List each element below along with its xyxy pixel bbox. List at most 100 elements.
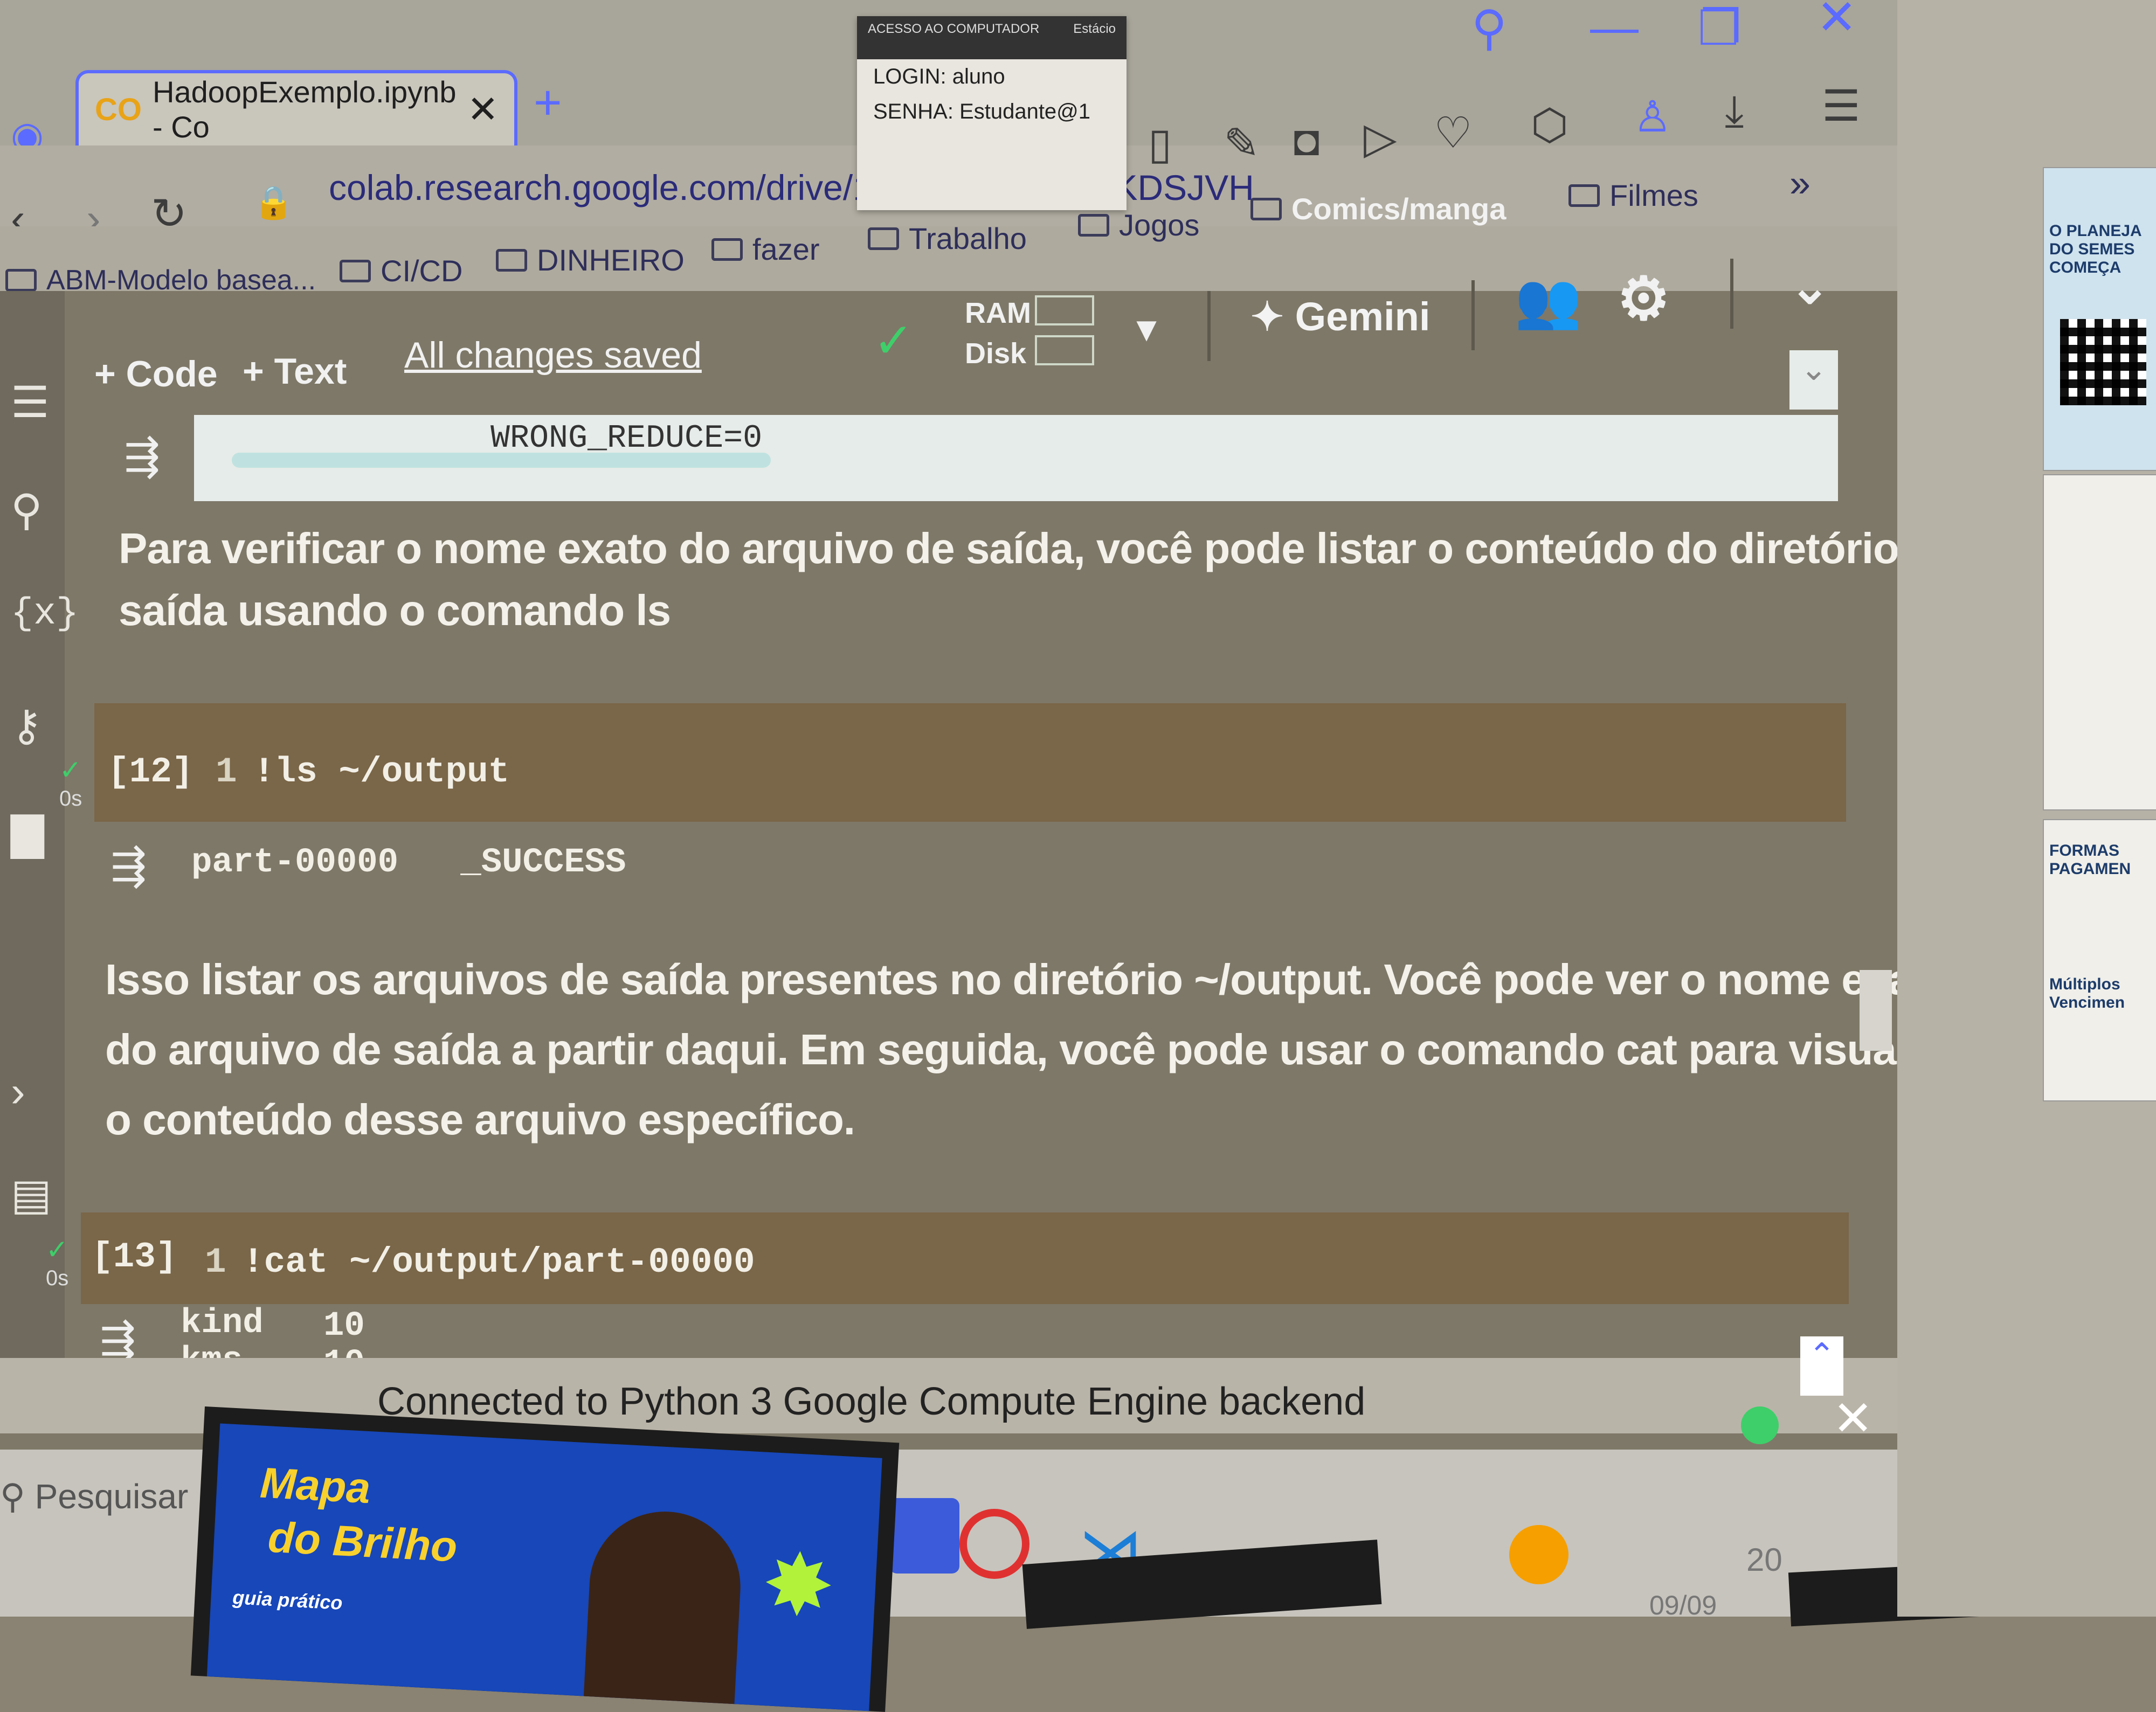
tab-title: HadoopExemplo.ipynb - Co	[153, 75, 457, 144]
poster: O PLANEJA DO SEMES COMEÇA	[2043, 167, 2156, 471]
heart-icon[interactable]: ♡	[1434, 108, 1473, 158]
person-image	[583, 1507, 744, 1710]
new-tab-button[interactable]: +	[534, 75, 562, 131]
laptop-title: do Brilho	[267, 1513, 459, 1571]
camera-icon[interactable]: ◘	[1294, 116, 1319, 165]
chevron-up-icon[interactable]: ⌃	[1800, 1336, 1843, 1396]
toc-icon[interactable]: ☰	[11, 377, 50, 427]
chevron-down-icon[interactable]: ▾	[1137, 307, 1156, 350]
login-note: ACESSO AO COMPUTADOR Estácio LOGIN: alun…	[857, 16, 1127, 210]
line-number: 1	[205, 1242, 226, 1283]
more-bookmarks-icon[interactable]: »	[1789, 162, 1811, 205]
cell-index: [13]	[92, 1237, 177, 1277]
star-icon: ✸	[759, 1535, 837, 1635]
tab-active[interactable]: CO HadoopExemplo.ipynb - Co ✕	[75, 70, 517, 145]
bookmark-item[interactable]: Trabalho	[868, 221, 1027, 256]
reader-icon[interactable]: ▯	[1148, 119, 1172, 169]
horizontal-scrollbar[interactable]	[232, 453, 771, 468]
poster: FORMAS PAGAMEN Múltiplos Vencimen	[2043, 819, 2156, 1101]
lock-icon: 🔒	[253, 184, 294, 220]
folder-icon	[340, 259, 371, 282]
note-login: LOGIN: aluno	[873, 65, 1005, 88]
close-icon[interactable]: ✕	[1833, 1390, 1873, 1447]
collapse-chevron-icon[interactable]: ⌄	[1789, 350, 1838, 410]
clock-date: 09/09	[1649, 1590, 1717, 1620]
edit-icon[interactable]: ✎	[1224, 119, 1260, 169]
colab-logo-icon: CO	[95, 92, 142, 127]
bookmark-item[interactable]: Jogos	[1078, 207, 1199, 242]
bookmark-item[interactable]: Filmes	[1568, 178, 1698, 213]
variables-icon[interactable]: {x}	[11, 593, 79, 635]
folder-icon	[1078, 213, 1109, 237]
gemini-button[interactable]: ✦ Gemini	[1250, 294, 1430, 340]
search-icon[interactable]: ⚲	[11, 485, 43, 535]
taskbar-search[interactable]: ⚲ Pesquisar	[0, 1477, 226, 1541]
taskbar-app-icon[interactable]	[1509, 1525, 1568, 1584]
disk-meter[interactable]	[1035, 335, 1094, 365]
note-header: ACESSO AO COMPUTADOR	[868, 22, 1040, 36]
cell-index: [12]	[108, 752, 194, 792]
exec-time: 0s	[59, 787, 82, 810]
code-line[interactable]: !cat ~/output/part-00000	[243, 1242, 755, 1283]
output-toggle-icon[interactable]: ⇶	[110, 841, 147, 891]
bookmark-item[interactable]: fazer	[711, 232, 820, 267]
folder-icon[interactable]: ▇	[11, 808, 44, 858]
clock-year: 20	[1746, 1542, 1782, 1578]
sparkle-icon: ✦	[1250, 294, 1295, 339]
vertical-scrollbar[interactable]	[1860, 970, 1892, 1051]
markdown-line: Para verificar o nome exato do arquivo d…	[119, 524, 1960, 572]
add-code-button[interactable]: + Code	[94, 353, 218, 395]
folder-icon	[711, 238, 743, 261]
search-icon[interactable]: ⚲	[1471, 0, 1507, 57]
save-status[interactable]: All changes saved	[404, 334, 702, 376]
output-line: WRONG_REDUCE=0	[490, 420, 763, 457]
toolbar-divider	[1730, 259, 1733, 329]
ram-meter[interactable]	[1035, 295, 1094, 325]
laptop-title: Mapa	[259, 1458, 372, 1513]
window-close-icon[interactable]: ✕	[1816, 0, 1857, 46]
bookmark-item[interactable]: CI/CD	[340, 253, 462, 288]
terminal-icon[interactable]: ▤	[11, 1169, 52, 1219]
opera-icon[interactable]	[959, 1509, 1029, 1579]
share-users-icon[interactable]: 👥	[1515, 269, 1582, 332]
add-text-button[interactable]: + Text	[243, 350, 347, 392]
markdown-line: do arquivo de saída a partir daqui. Em s…	[105, 1025, 1980, 1073]
gear-icon[interactable]: ⚙	[1617, 264, 1670, 333]
foreground-laptop: Mapa do Brilho guia prático ✸	[190, 1406, 900, 1712]
toolbar-divider	[1207, 291, 1211, 361]
profile-icon[interactable]: ♙	[1633, 92, 1672, 142]
settings-sliders-icon[interactable]: ☰	[1822, 81, 1861, 131]
bookmark-item[interactable]: DINHEIRO	[496, 242, 685, 278]
chevron-down-icon[interactable]: ⌄	[1789, 259, 1830, 315]
ram-label: RAM	[965, 297, 1031, 329]
folder-icon	[496, 248, 527, 272]
markdown-line: saída usando o comando ls	[119, 586, 671, 634]
key-icon[interactable]: ⚷	[11, 701, 43, 751]
exec-time: 0s	[46, 1266, 69, 1290]
connection-status: Connected to Python 3 Google Compute Eng…	[377, 1380, 1366, 1423]
status-dot	[1741, 1406, 1779, 1444]
markdown-line: Isso listar os arquivos de saída present…	[105, 955, 1952, 1003]
minimize-icon[interactable]: —	[1590, 0, 1639, 56]
output-word: kind	[181, 1304, 264, 1343]
taskbar-app-icon[interactable]	[889, 1498, 959, 1574]
code-line[interactable]: !ls ~/output	[253, 752, 509, 792]
note-brand: Estácio	[1073, 22, 1116, 36]
maximize-icon[interactable]: ❐	[1698, 0, 1742, 57]
disk-label: Disk	[965, 337, 1027, 370]
folder-icon	[1250, 197, 1282, 220]
send-icon[interactable]: ▷	[1364, 113, 1397, 163]
expand-icon[interactable]: ›	[11, 1067, 25, 1117]
bookmark-item[interactable]: Comics/manga	[1250, 191, 1506, 226]
cube-icon[interactable]: ⬡	[1531, 100, 1568, 150]
toolbar-divider	[1471, 280, 1475, 350]
qr-code	[2060, 319, 2146, 405]
search-icon: ⚲	[0, 1477, 35, 1516]
close-icon[interactable]: ✕	[467, 87, 499, 131]
download-icon[interactable]: ⤓	[1725, 86, 1744, 136]
folder-icon	[1568, 184, 1600, 207]
output-toggle-icon[interactable]: ⇶	[124, 432, 160, 480]
connected-check-icon: ✓	[873, 314, 914, 368]
cell-output: part-00000 _SUCCESS	[191, 843, 626, 882]
wall: O PLANEJA DO SEMES COMEÇA FORMAS PAGAMEN…	[1897, 0, 2156, 1617]
